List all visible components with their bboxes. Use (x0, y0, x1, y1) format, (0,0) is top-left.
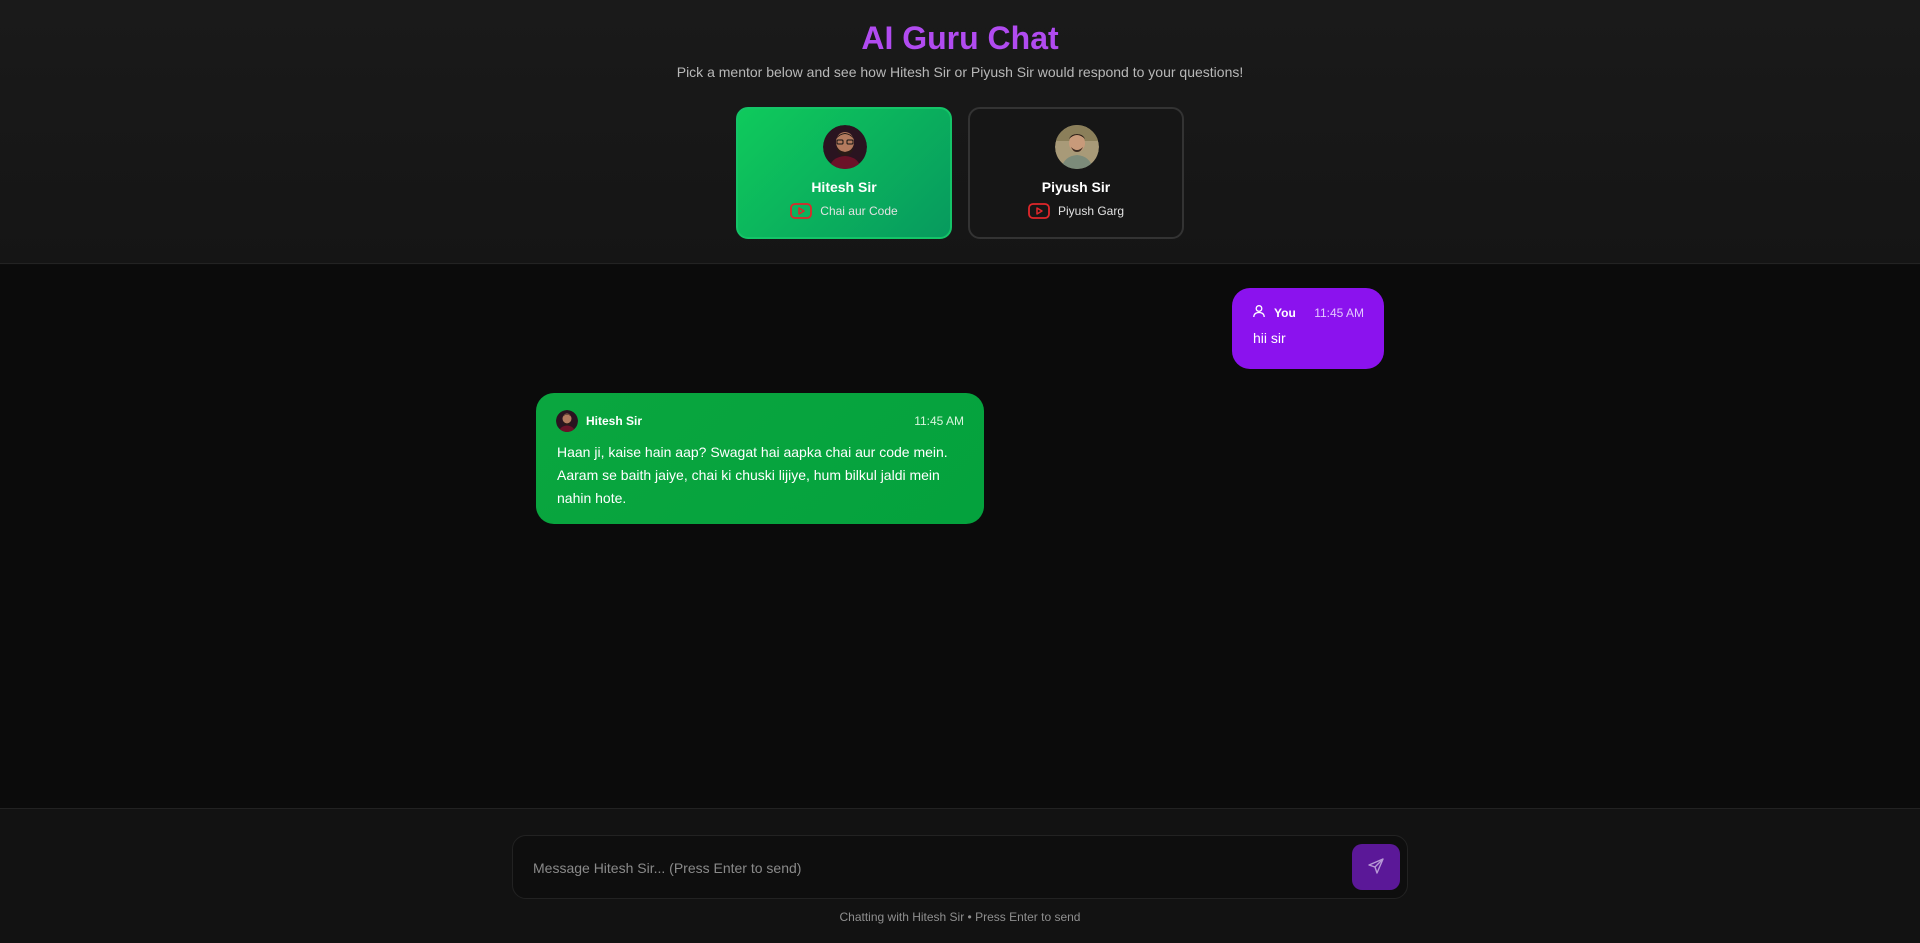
page-title: AI Guru Chat (861, 20, 1059, 56)
message-meta: Hitesh Sir 11:45 AM (556, 410, 964, 432)
hint-chatting-with: Chatting with Hitesh Sir (839, 910, 965, 924)
hint-separator: • (964, 910, 976, 924)
message-meta: You 11:45 AM (1252, 304, 1364, 321)
composer-area: Chatting with Hitesh Sir • Press Enter t… (0, 808, 1920, 943)
avatar (823, 125, 867, 169)
message-time: 11:45 AM (1314, 305, 1364, 320)
message-text: Haan ji, kaise hain aap? Swagat hai aapk… (557, 444, 948, 506)
message-sender: You (1274, 305, 1296, 320)
mentor-name: Hitesh Sir (811, 179, 877, 195)
composer-hint: Chatting with Hitesh Sir • Press Enter t… (0, 910, 1920, 924)
mentor-channel: Piyush Garg (970, 203, 1182, 219)
message-sender: Hitesh Sir (586, 414, 643, 428)
mentor-channel: Chai aur Code (738, 203, 950, 219)
message-user: You 11:45 AM hii sir (1232, 288, 1384, 369)
channel-name: Chai aur Code (820, 204, 898, 218)
hint-press-enter: Press Enter to send (975, 910, 1081, 924)
mentor-card-piyush[interactable]: Piyush Sir Piyush Garg (968, 107, 1184, 239)
message-text: hii sir (1253, 330, 1286, 346)
send-button[interactable] (1352, 844, 1400, 890)
message-composer (512, 835, 1408, 899)
mentor-card-hitesh[interactable]: Hitesh Sir Chai aur Code (736, 107, 952, 239)
avatar (556, 410, 578, 432)
header: AI Guru Chat Pick a mentor below and see… (0, 0, 1920, 264)
youtube-icon (1028, 203, 1050, 219)
mentor-name: Piyush Sir (1041, 179, 1111, 195)
avatar (1055, 125, 1099, 169)
send-icon (1367, 857, 1385, 878)
chat-area[interactable]: You 11:45 AM hii sir Hitesh Sir 11:45 AM… (0, 265, 1920, 808)
message-time: 11:45 AM (914, 414, 964, 428)
message-mentor: Hitesh Sir 11:45 AM Haan ji, kaise hain … (536, 393, 984, 524)
youtube-icon (790, 203, 813, 219)
user-icon (1252, 304, 1266, 321)
page-subtitle: Pick a mentor below and see how Hitesh S… (676, 64, 1244, 80)
message-input[interactable] (533, 852, 1333, 884)
channel-name: Piyush Garg (1057, 204, 1125, 218)
